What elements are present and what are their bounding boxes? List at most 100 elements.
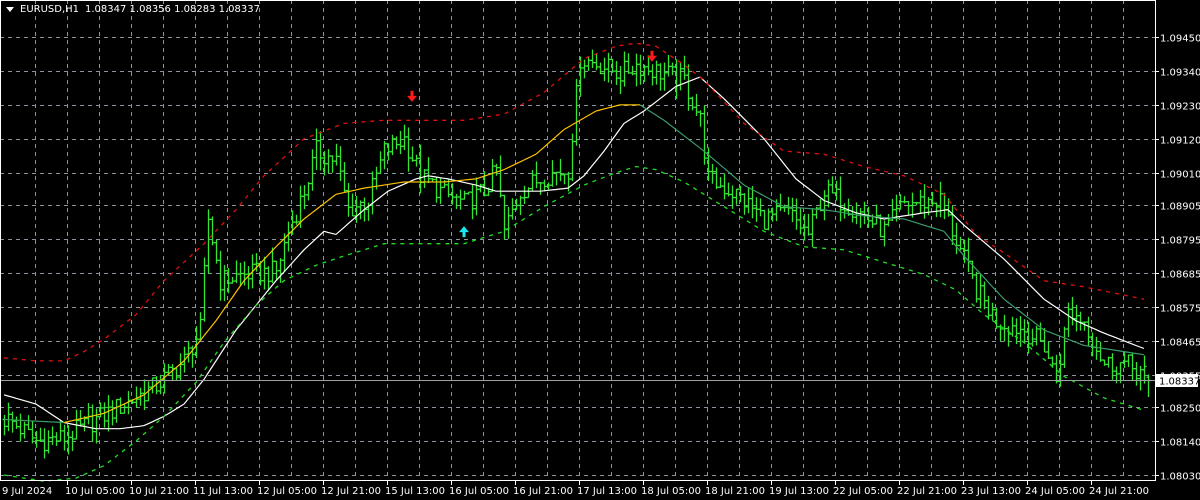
price-axis[interactable]: 1.09450 1.09340 1.09230 1.09120 1.09010 1.089… bbox=[1155, 34, 1200, 483]
middle-band-segment bbox=[67, 420, 73, 423]
middle-band-segment bbox=[1095, 346, 1101, 349]
ohlc-bar bbox=[714, 167, 719, 190]
ohlc-bar bbox=[86, 403, 91, 425]
middle-band-segment bbox=[711, 157, 717, 162]
middle-band-segment bbox=[219, 308, 225, 316]
middle-band-segment bbox=[771, 199, 777, 203]
middle-band-segment bbox=[275, 242, 281, 248]
y-tick-label: 1.09340 bbox=[1160, 68, 1200, 79]
middle-band-segment bbox=[755, 191, 761, 195]
y-tick-label: 1.08905 bbox=[1160, 202, 1200, 213]
ohlc-bar bbox=[602, 57, 607, 82]
ohlc-bar bbox=[1146, 374, 1151, 397]
ohlc-bar bbox=[758, 198, 763, 217]
middle-band-segment bbox=[1015, 307, 1021, 312]
ohlc-bar bbox=[326, 149, 331, 174]
x-tick-label: 10 Jul 05:00 bbox=[65, 486, 125, 497]
ohlc-bar bbox=[546, 182, 551, 190]
ohlc-bar bbox=[390, 134, 395, 156]
y-tick-label: 1.08250 bbox=[1160, 404, 1200, 415]
ohlc-bar bbox=[606, 52, 611, 83]
ohlc-bar bbox=[106, 395, 111, 432]
ohlc-bar bbox=[330, 155, 335, 173]
middle-band-segment bbox=[555, 132, 561, 138]
ohlc-bar bbox=[526, 187, 531, 199]
middle-band-segment bbox=[327, 196, 333, 201]
ohlc-bar bbox=[966, 237, 971, 273]
middle-band-segment bbox=[535, 150, 541, 155]
ohlc-bar bbox=[1082, 321, 1087, 331]
ohlc-bar bbox=[38, 427, 43, 443]
x-tick-label: 22 Jul 21:00 bbox=[897, 486, 957, 497]
ohlc-bar bbox=[594, 54, 599, 71]
ohlc-bar bbox=[958, 236, 963, 251]
symbol-timeframe: EURUSD,H1 bbox=[20, 4, 80, 15]
ohlc-bar bbox=[790, 197, 795, 223]
middle-band-segment bbox=[911, 220, 917, 224]
middle-band-segment bbox=[739, 181, 745, 186]
upper-band-line bbox=[3, 42, 1145, 362]
ohlc-bar bbox=[6, 402, 11, 432]
middle-band-segment bbox=[175, 363, 181, 369]
ohlc-bar bbox=[1062, 326, 1067, 369]
middle-band-segment bbox=[531, 153, 537, 157]
middle-band-segment bbox=[663, 119, 669, 124]
middle-band-segment bbox=[215, 314, 221, 322]
ohlc-bar bbox=[234, 260, 239, 284]
ohlc-bar bbox=[314, 128, 319, 170]
ohlc-bar bbox=[382, 140, 387, 170]
ohlc-bar bbox=[1106, 356, 1111, 368]
middle-band-segment bbox=[311, 209, 317, 214]
ohlc-bar bbox=[590, 49, 595, 69]
x-tick-label: 9 Jul 2024 bbox=[2, 486, 52, 497]
middle-band-segment bbox=[1103, 347, 1109, 350]
price-chart[interactable]: 1.09450 1.09340 1.09230 1.09120 1.09010 1.089… bbox=[0, 0, 1200, 500]
time-axis[interactable]: 9 Jul 2024 10 Jul 05:00 10 Jul 21:00 11 Jul… bbox=[2, 480, 1149, 497]
ohlc-bar bbox=[574, 78, 579, 146]
ohlc-bar bbox=[42, 428, 47, 459]
middle-band-segment bbox=[503, 167, 509, 171]
middle-band-segment bbox=[363, 186, 369, 189]
middle-band-segment bbox=[611, 105, 617, 108]
ohlc-bar bbox=[650, 64, 655, 86]
middle-band-segment bbox=[679, 132, 685, 137]
middle-band-segment bbox=[527, 155, 533, 159]
middle-band-segment bbox=[595, 109, 601, 112]
middle-band-segment bbox=[731, 174, 737, 179]
ohlc-bar bbox=[478, 183, 483, 193]
middle-band-segment bbox=[131, 397, 137, 401]
triangle-down-icon[interactable] bbox=[6, 7, 14, 12]
ohlc-bar bbox=[10, 411, 15, 433]
x-tick-label: 24 Jul 05:00 bbox=[1025, 486, 1085, 497]
ohlc-bar bbox=[626, 53, 631, 74]
middle-band-segment bbox=[1139, 353, 1145, 356]
middle-band-segment bbox=[379, 184, 385, 187]
ohlc-bar bbox=[94, 408, 99, 444]
ohlc-bar bbox=[742, 193, 747, 215]
chart-window[interactable]: 1.09450 1.09340 1.09230 1.09120 1.09010 1.089… bbox=[0, 0, 1200, 500]
middle-band-segment bbox=[667, 122, 673, 127]
middle-band-segment bbox=[331, 193, 337, 198]
middle-band-segment bbox=[1107, 348, 1113, 351]
ohlc-values: 1.08347 1.08356 1.08283 1.08337 bbox=[85, 4, 260, 15]
ohlc-bar bbox=[534, 161, 539, 189]
y-tick-label: 1.08685 bbox=[1160, 270, 1200, 281]
middle-band-segment bbox=[695, 144, 701, 149]
middle-band-segment bbox=[523, 157, 529, 161]
ohlc-bar bbox=[746, 187, 751, 214]
middle-band-segment bbox=[1087, 345, 1093, 348]
middle-band-segment bbox=[63, 421, 69, 424]
middle-band-segment bbox=[1099, 347, 1105, 350]
ohlc-bar bbox=[214, 239, 219, 264]
middle-band-segment bbox=[1111, 349, 1117, 351]
ohlc-bar bbox=[426, 157, 431, 184]
middle-band-segment bbox=[307, 212, 313, 217]
ohlc-bar bbox=[638, 54, 643, 85]
middle-band-segment bbox=[1079, 343, 1085, 347]
ohlc-bar bbox=[1022, 319, 1027, 344]
middle-band-segment bbox=[1091, 346, 1097, 348]
ohlc-bar bbox=[350, 193, 355, 217]
ohlc-bar bbox=[22, 421, 27, 439]
middle-band-segment bbox=[1007, 301, 1013, 306]
middle-band-segment bbox=[1059, 335, 1065, 339]
